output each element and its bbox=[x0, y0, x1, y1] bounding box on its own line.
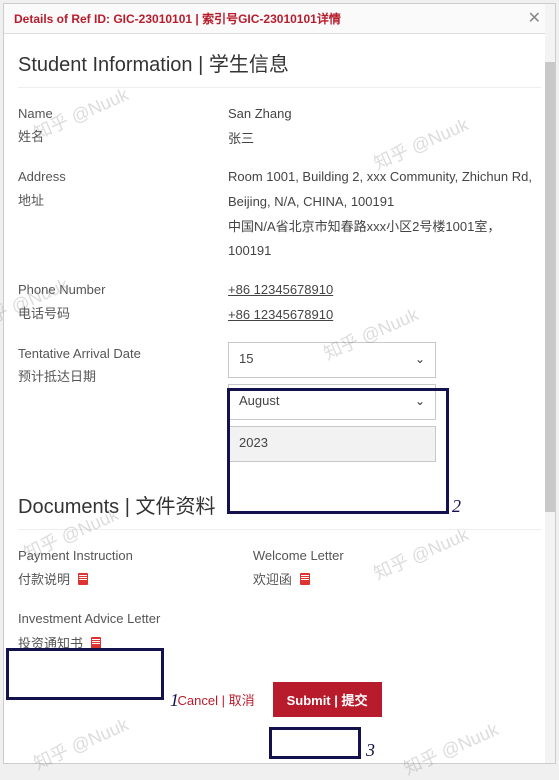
titlebar: Details of Ref ID: GIC-23010101 | 索引号GIC… bbox=[4, 4, 555, 34]
pdf-icon[interactable] bbox=[91, 637, 101, 649]
scrollbar-thumb[interactable] bbox=[545, 62, 555, 512]
footer-actions: Cancel | 取消 Submit | 提交 bbox=[18, 670, 541, 733]
value-address-en: Room 1001, Building 2, xxx Community, Zh… bbox=[228, 165, 541, 214]
row-arrival: Tentative Arrival Date 预计抵达日期 15 ⌄ Augus… bbox=[18, 342, 541, 462]
phone-link-2[interactable]: +86 12345678910 bbox=[228, 307, 333, 322]
label-name-en: Name bbox=[18, 102, 228, 125]
value-address-zh: 中国N/A省北京市知春路xxx小区2号楼1001室，100191 bbox=[228, 215, 541, 264]
modal-content: Student Information | 学生信息 Name 姓名 San Z… bbox=[4, 34, 555, 763]
arrival-month-select[interactable]: August ⌄ bbox=[228, 384, 436, 420]
modal-window: Details of Ref ID: GIC-23010101 | 索引号GIC… bbox=[3, 3, 556, 764]
row-name: Name 姓名 San Zhang 张三 bbox=[18, 102, 541, 151]
doc-payment-en: Payment Instruction bbox=[18, 544, 133, 569]
label-arrival: Tentative Arrival Date 预计抵达日期 bbox=[18, 342, 228, 462]
value-name-en: San Zhang bbox=[228, 102, 541, 127]
value-address: Room 1001, Building 2, xxx Community, Zh… bbox=[228, 165, 541, 264]
docs-row-2: Investment Advice Letter 投资通知书 bbox=[18, 607, 541, 656]
doc-welcome-letter: Welcome Letter 欢迎函 bbox=[253, 544, 344, 593]
label-address: Address 地址 bbox=[18, 165, 228, 264]
pdf-icon[interactable] bbox=[78, 573, 88, 585]
doc-investment-letter: Investment Advice Letter 投资通知书 bbox=[18, 607, 160, 656]
doc-payment-instruction: Payment Instruction 付款说明 bbox=[18, 544, 133, 593]
label-phone: Phone Number 电话号码 bbox=[18, 278, 228, 327]
label-name-zh: 姓名 bbox=[18, 125, 228, 148]
chevron-down-icon: ⌄ bbox=[415, 348, 425, 371]
chevron-down-icon: ⌄ bbox=[415, 390, 425, 413]
section-documents: Documents | 文件资料 bbox=[18, 476, 541, 530]
doc-payment-zh: 付款说明 bbox=[18, 572, 70, 587]
value-phone: +86 12345678910 +86 12345678910 bbox=[228, 278, 541, 327]
arrival-day-value: 15 bbox=[239, 347, 253, 372]
label-address-en: Address bbox=[18, 165, 228, 188]
doc-investment-zh: 投资通知书 bbox=[18, 636, 83, 651]
arrival-day-select[interactable]: 15 ⌄ bbox=[228, 342, 436, 378]
label-name: Name 姓名 bbox=[18, 102, 228, 151]
arrival-year-field: 2023 bbox=[228, 426, 436, 462]
row-address: Address 地址 Room 1001, Building 2, xxx Co… bbox=[18, 165, 541, 264]
doc-investment-en: Investment Advice Letter bbox=[18, 607, 160, 632]
arrival-year-value: 2023 bbox=[239, 431, 268, 456]
value-arrival: 15 ⌄ August ⌄ 2023 bbox=[228, 342, 541, 462]
submit-button[interactable]: Submit | 提交 bbox=[273, 682, 382, 717]
label-arrival-en: Tentative Arrival Date bbox=[18, 342, 228, 365]
section-student-info: Student Information | 学生信息 bbox=[18, 34, 541, 88]
doc-welcome-zh-line: 欢迎函 bbox=[253, 568, 344, 593]
phone-link-1[interactable]: +86 12345678910 bbox=[228, 282, 333, 297]
label-arrival-zh: 预计抵达日期 bbox=[18, 365, 228, 388]
modal-title: Details of Ref ID: GIC-23010101 | 索引号GIC… bbox=[14, 10, 341, 27]
doc-investment-zh-line: 投资通知书 bbox=[18, 632, 160, 657]
docs-row-1: Payment Instruction 付款说明 Welcome Letter … bbox=[18, 544, 541, 593]
arrival-month-value: August bbox=[239, 389, 279, 414]
cancel-button[interactable]: Cancel | 取消 bbox=[178, 690, 255, 709]
value-name: San Zhang 张三 bbox=[228, 102, 541, 151]
pdf-icon[interactable] bbox=[300, 573, 310, 585]
row-phone: Phone Number 电话号码 +86 12345678910 +86 12… bbox=[18, 278, 541, 327]
label-phone-en: Phone Number bbox=[18, 278, 228, 301]
doc-welcome-en: Welcome Letter bbox=[253, 544, 344, 569]
doc-welcome-zh: 欢迎函 bbox=[253, 572, 292, 587]
label-phone-zh: 电话号码 bbox=[18, 302, 228, 325]
doc-payment-zh-line: 付款说明 bbox=[18, 568, 133, 593]
value-name-zh: 张三 bbox=[228, 127, 541, 152]
label-address-zh: 地址 bbox=[18, 189, 228, 212]
close-icon[interactable]: ✕ bbox=[524, 11, 545, 27]
